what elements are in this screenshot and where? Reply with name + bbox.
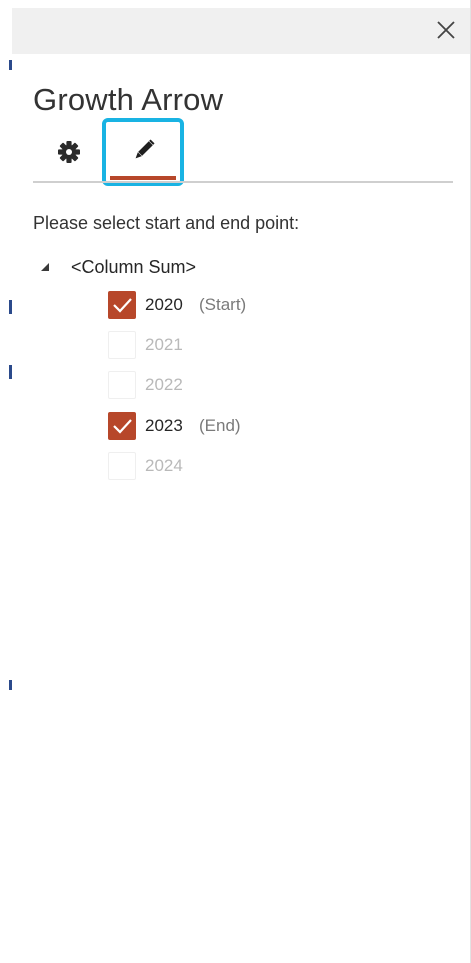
tree-item-label: 2020 — [145, 295, 183, 314]
tree-item-2020[interactable]: 2020 (Start) — [108, 290, 246, 320]
tree-root-column-sum[interactable]: <Column Sum> — [33, 254, 196, 280]
expand-triangle-icon[interactable] — [33, 257, 57, 277]
gear-icon — [58, 141, 80, 163]
checkbox-2020[interactable] — [108, 291, 136, 319]
pane-title-bar — [12, 8, 470, 54]
checkbox-2021[interactable] — [108, 331, 136, 359]
checkbox-2024[interactable] — [108, 452, 136, 480]
close-icon — [437, 21, 455, 39]
close-button[interactable] — [434, 18, 458, 42]
tree-item-2022[interactable]: 2022 — [108, 370, 199, 400]
active-tab-indicator — [110, 176, 176, 180]
pane-title: Growth Arrow — [33, 82, 224, 117]
tab-settings[interactable] — [47, 132, 91, 172]
tree-item-note: (End) — [199, 416, 241, 435]
tree-item-label: 2021 — [145, 335, 183, 354]
tree-item-label: 2023 — [145, 416, 183, 435]
tab-bar — [33, 118, 453, 186]
instruction-text: Please select start and end point: — [33, 213, 300, 233]
tree-item-label: 2024 — [145, 456, 183, 475]
tree-item-2024[interactable]: 2024 — [108, 451, 199, 481]
checkbox-2022[interactable] — [108, 371, 136, 399]
tree-root-label: <Column Sum> — [71, 256, 197, 277]
tab-divider — [33, 181, 453, 183]
tab-edit[interactable] — [102, 118, 184, 186]
tree-item-note: (Start) — [199, 295, 247, 314]
checkbox-2023[interactable] — [108, 412, 136, 440]
tree-item-2023[interactable]: 2023 (End) — [108, 411, 241, 441]
checkmark-icon — [113, 298, 132, 313]
tree-item-2021[interactable]: 2021 — [108, 330, 199, 360]
pencil-icon — [135, 139, 155, 159]
task-pane: Growth Arrow Please select start and end… — [12, 0, 471, 963]
tree-item-label: 2022 — [145, 375, 183, 394]
checkmark-icon — [113, 419, 132, 434]
